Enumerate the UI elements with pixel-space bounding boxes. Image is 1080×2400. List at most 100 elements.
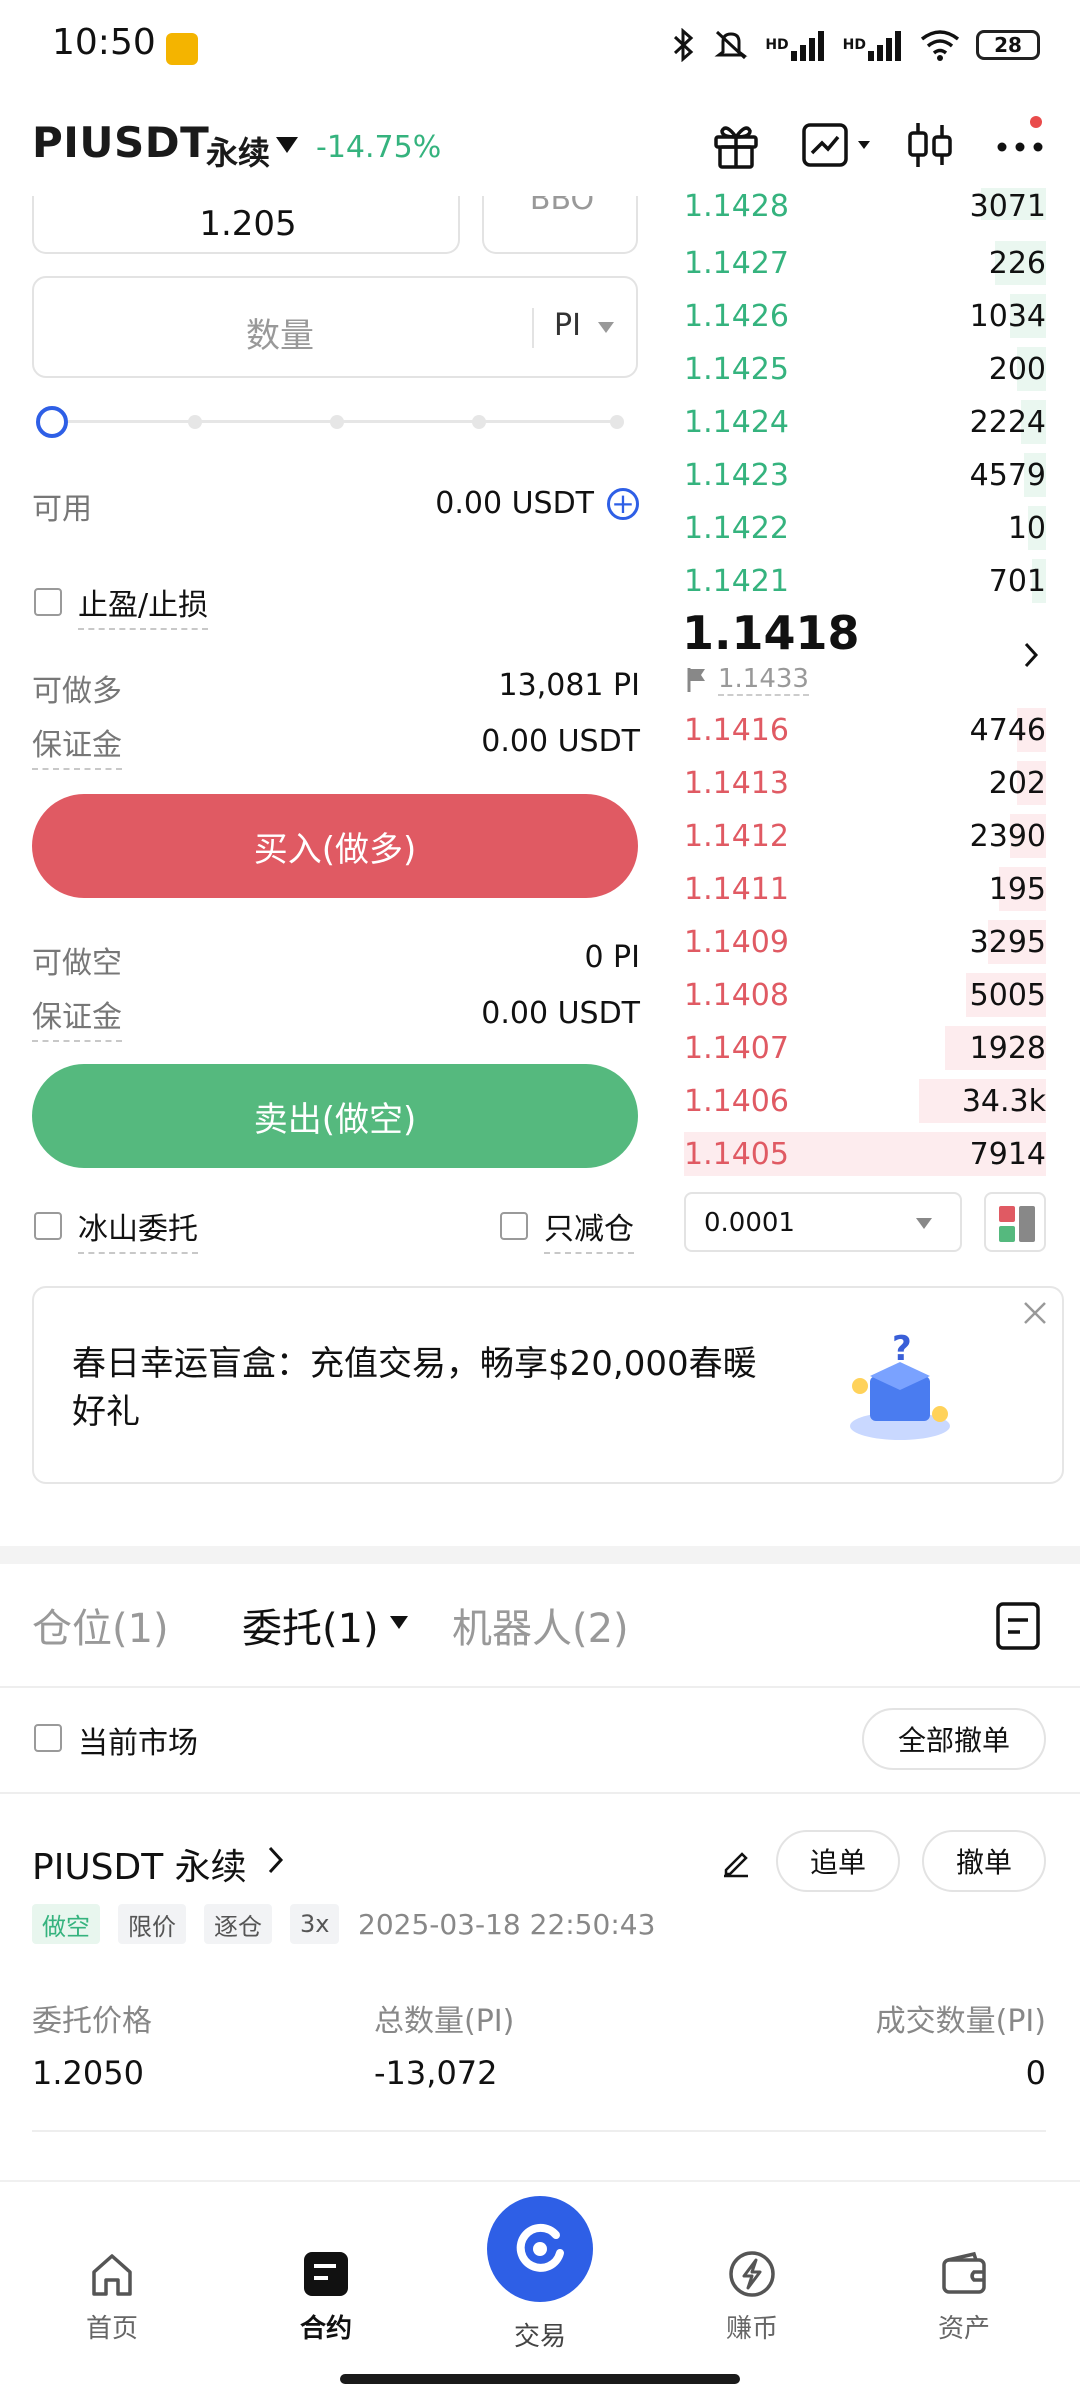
orderbook-bid-row[interactable]: 1.1413 202	[684, 757, 1046, 809]
nav-futures-label: 合约	[299, 2314, 352, 2344]
notification-app-icon	[166, 33, 198, 65]
wifi-icon	[920, 30, 960, 61]
home-icon	[86, 2248, 138, 2300]
ask-quantity: 3071	[969, 189, 1046, 224]
tpsl-checkbox[interactable]	[34, 588, 62, 616]
bid-quantity: 7914	[969, 1136, 1046, 1172]
short-margin-label[interactable]: 保证金	[32, 992, 122, 1042]
transfer-plus-icon[interactable]: +	[607, 488, 639, 520]
chase-order-label: 追单	[809, 1846, 866, 1879]
orderbook-bid-row[interactable]: 1.1407 1928	[684, 1022, 1046, 1074]
slider-step[interactable]	[472, 415, 486, 429]
tpsl-label[interactable]: 止盈/止损	[78, 580, 209, 630]
sell-short-label: 卖出(做空)	[253, 1099, 417, 1140]
futures-icon	[300, 2248, 352, 2300]
mute-icon	[714, 30, 748, 60]
long-max-value: 13,081 PI	[498, 668, 640, 703]
ask-quantity: 226	[988, 245, 1046, 281]
order-symbol[interactable]: PIUSDT 永续	[32, 1838, 247, 1890]
order-total-value: -13,072	[374, 2054, 498, 2092]
orderbook-bid-row[interactable]: 1.1406 34.3k	[684, 1075, 1046, 1127]
orderbook-ask-row[interactable]: 1.1421 701	[684, 555, 1046, 607]
ask-quantity: 4579	[969, 457, 1046, 493]
nav-earn-label: 赚币	[725, 2314, 778, 2344]
pair-title[interactable]: PIUSDT	[32, 118, 209, 167]
tab-bots[interactable]: 机器人(2)	[452, 1596, 629, 1654]
nav-home[interactable]: 首页	[52, 2248, 172, 2345]
hd-label-2: HD	[842, 37, 866, 53]
depth-view-toggle[interactable]	[984, 1192, 1046, 1252]
slider-step[interactable]	[330, 415, 344, 429]
nav-assets[interactable]: 资产	[904, 2248, 1024, 2345]
iceberg-label[interactable]: 冰山委托	[78, 1204, 198, 1254]
bbo-button[interactable]: BBO	[482, 196, 638, 254]
iceberg-checkbox[interactable]	[34, 1212, 62, 1240]
order-history-icon[interactable]	[994, 1600, 1042, 1652]
status-icons: HD HD 28	[669, 28, 1040, 62]
price-input[interactable]: 1.205	[32, 196, 460, 254]
quantity-placeholder: 数量	[246, 316, 314, 356]
short-max-label: 可做空	[32, 946, 122, 981]
order-price-value: 1.2050	[32, 2054, 144, 2092]
edit-icon[interactable]	[720, 1846, 752, 1878]
quantity-slider[interactable]	[36, 404, 628, 440]
order-filled-value: 0	[1025, 2054, 1046, 2092]
leverage-tag: 3x	[290, 1904, 340, 1944]
mark-price[interactable]: 1.1433	[718, 664, 809, 696]
bid-quantity: 202	[988, 765, 1046, 801]
quantity-unit[interactable]: PI	[554, 308, 581, 343]
gift-icon[interactable]	[706, 118, 766, 172]
precision-select[interactable]: 0.0001	[684, 1192, 962, 1252]
cancel-all-button[interactable]: 全部撤单	[862, 1708, 1046, 1770]
slider-step[interactable]	[188, 415, 202, 429]
orderbook-ask-row[interactable]: 1.1422 10	[684, 502, 1046, 554]
tab-orders[interactable]: 委托(1)	[242, 1596, 379, 1654]
reduce-only-checkbox[interactable]	[500, 1212, 528, 1240]
nav-trade-label[interactable]: 交易	[480, 2316, 600, 2353]
orderbook-ask-row[interactable]: 1.1423 4579	[684, 449, 1046, 501]
nav-earn[interactable]: 赚币	[692, 2248, 812, 2345]
chase-order-button[interactable]: 追单	[776, 1830, 900, 1892]
trade-button[interactable]	[487, 2196, 593, 2302]
slider-thumb[interactable]	[36, 406, 68, 438]
last-price[interactable]: 1.1418	[682, 606, 860, 660]
buy-long-button[interactable]: 买入(做多)	[32, 794, 638, 898]
caret-down-icon[interactable]	[598, 322, 614, 333]
caret-down-icon[interactable]	[390, 1616, 408, 1629]
orderbook-ask-row[interactable]: 1.1428 3071	[684, 184, 1046, 224]
slider-step[interactable]	[610, 415, 624, 429]
orderbook-ask-row[interactable]: 1.1424 2224	[684, 396, 1046, 448]
contract-type[interactable]: 永续	[206, 128, 270, 174]
price-change: -14.75%	[316, 130, 442, 165]
current-market-label[interactable]: 当前市场	[78, 1718, 198, 1762]
bid-price: 1.1413	[684, 765, 789, 801]
current-market-checkbox[interactable]	[34, 1724, 62, 1752]
orderbook-bid-row[interactable]: 1.1405 7914	[684, 1128, 1046, 1180]
orderbook-bid-row[interactable]: 1.1408 5005	[684, 969, 1046, 1021]
long-margin-label[interactable]: 保证金	[32, 720, 122, 770]
nav-futures[interactable]: 合约	[266, 2248, 386, 2345]
quantity-input[interactable]: 数量 PI	[32, 276, 638, 378]
orderbook-bid-row[interactable]: 1.1412 2390	[684, 810, 1046, 862]
orderbook-ask-row[interactable]: 1.1427 226	[684, 237, 1046, 289]
tab-positions[interactable]: 仓位(1)	[32, 1596, 169, 1654]
chevron-right-icon[interactable]	[1022, 640, 1040, 670]
orderbook-bid-row[interactable]: 1.1409 3295	[684, 916, 1046, 968]
caret-down-icon[interactable]	[276, 137, 298, 153]
chart-dropdown-icon[interactable]	[800, 118, 880, 172]
promo-banner-text[interactable]: 春日幸运盲盒：充值交易，畅享$20,000春暖好礼	[72, 1340, 772, 1436]
candlestick-icon[interactable]	[902, 118, 958, 172]
chevron-right-icon[interactable]	[266, 1844, 286, 1876]
reduce-only-label[interactable]: 只减仓	[544, 1204, 634, 1254]
orderbook-bid-row[interactable]: 1.1416 4746	[684, 704, 1046, 756]
close-icon[interactable]	[1022, 1300, 1048, 1326]
orderbook-ask-row[interactable]: 1.1425 200	[684, 343, 1046, 395]
sell-short-button[interactable]: 卖出(做空)	[32, 1064, 638, 1168]
ask-price: 1.1421	[684, 563, 789, 599]
bid-quantity: 34.3k	[961, 1083, 1046, 1119]
orderbook-ask-row[interactable]: 1.1426 1034	[684, 290, 1046, 342]
precision-value: 0.0001	[704, 1208, 795, 1238]
cancel-order-button[interactable]: 撤单	[922, 1830, 1046, 1892]
notification-dot	[1030, 116, 1042, 128]
orderbook-bid-row[interactable]: 1.1411 195	[684, 863, 1046, 915]
